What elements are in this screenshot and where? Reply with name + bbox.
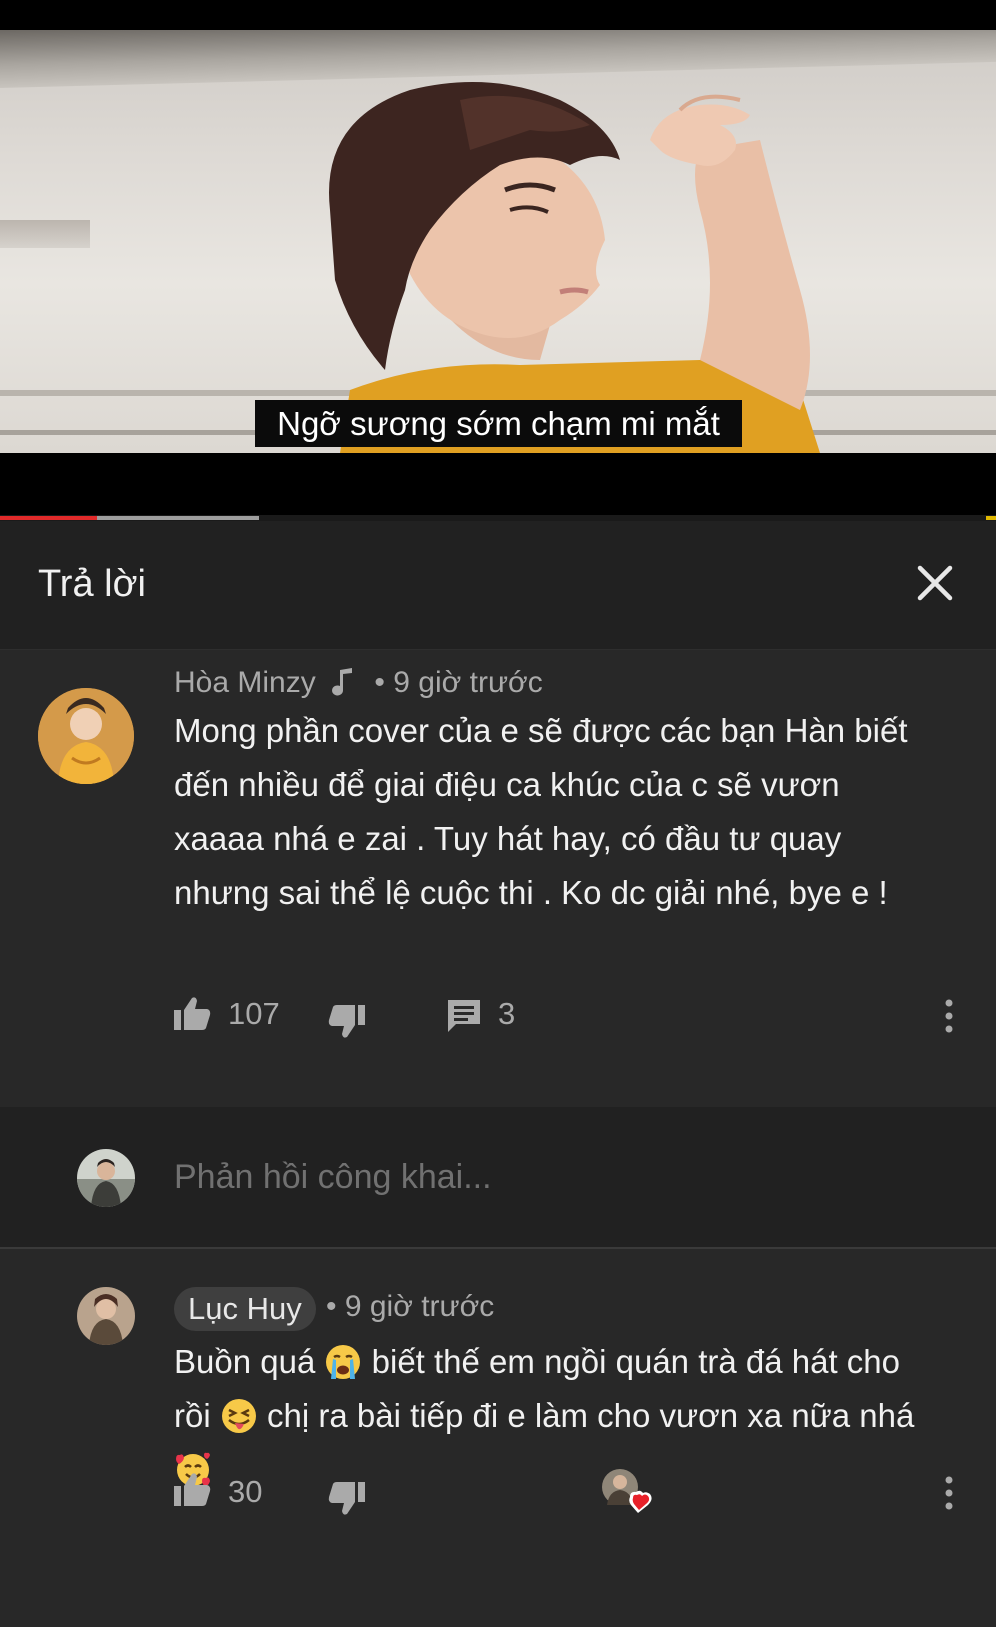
reply-author-badge[interactable]: Lục Huy <box>174 1287 316 1331</box>
comment-time: • 9 giờ trước <box>374 666 543 699</box>
replies-title: Trả lời <box>38 563 146 605</box>
commenter-avatar[interactable] <box>38 688 134 784</box>
comment-meta: Hòa Minzy • 9 giờ trước <box>174 666 543 700</box>
reply-count-icon[interactable] <box>446 998 482 1034</box>
chapter-end-marker <box>986 516 996 520</box>
replies-header: Trả lời <box>0 521 996 650</box>
reply-count: 3 <box>498 996 516 1031</box>
reply-text-part: Buồn quá <box>174 1343 325 1380</box>
video-subtitle: Ngỡ sương sớm chạm mi mắt <box>255 400 742 447</box>
like-count: 107 <box>228 996 280 1031</box>
like-icon[interactable] <box>172 995 212 1033</box>
avatar-image <box>38 688 134 784</box>
reply-author-avatar[interactable] <box>77 1287 135 1345</box>
music-note-icon <box>332 668 353 696</box>
crying-face-emoji <box>326 1345 361 1379</box>
comment-author[interactable]: Hòa Minzy <box>174 666 316 699</box>
reply-time: • 9 giờ trước <box>326 1290 495 1323</box>
reply-like-count: 30 <box>228 1474 263 1509</box>
comment-text: Mong phần cover của e sẽ được các bạn Hà… <box>174 712 908 911</box>
main-comment: Hòa Minzy • 9 giờ trước Mong phần cover … <box>0 650 996 1107</box>
video-frame <box>0 30 996 453</box>
reply-text: Buồn quá biết thế em ngồi quán trà đá há… <box>174 1335 934 1497</box>
avatar-image <box>77 1149 135 1207</box>
close-icon[interactable] <box>910 558 960 608</box>
avatar-image <box>77 1287 135 1345</box>
more-options-icon[interactable] <box>943 998 955 1034</box>
reply-input-placeholder[interactable]: Phản hồi công khai... <box>174 1158 492 1197</box>
reply-comment: Lục Huy • 9 giờ trước Buồn quá biết thế … <box>0 1249 996 1627</box>
reply-input-bar[interactable]: Phản hồi công khai... <box>0 1107 996 1249</box>
creator-heart-icon <box>602 1469 652 1513</box>
user-avatar[interactable] <box>77 1149 135 1207</box>
video-player[interactable]: Ngỡ sương sớm chạm mi mắt <box>0 0 996 521</box>
reply-text-part: chị ra bài tiếp đi e làm cho vươn xa nữa… <box>267 1397 915 1434</box>
dislike-icon[interactable] <box>327 1002 367 1040</box>
like-icon[interactable] <box>172 1471 212 1509</box>
more-options-icon[interactable] <box>943 1475 955 1511</box>
person-figure <box>329 82 820 453</box>
dislike-icon[interactable] <box>327 1479 367 1517</box>
played-bar <box>0 516 97 520</box>
tongue-wink-emoji <box>221 1399 256 1433</box>
